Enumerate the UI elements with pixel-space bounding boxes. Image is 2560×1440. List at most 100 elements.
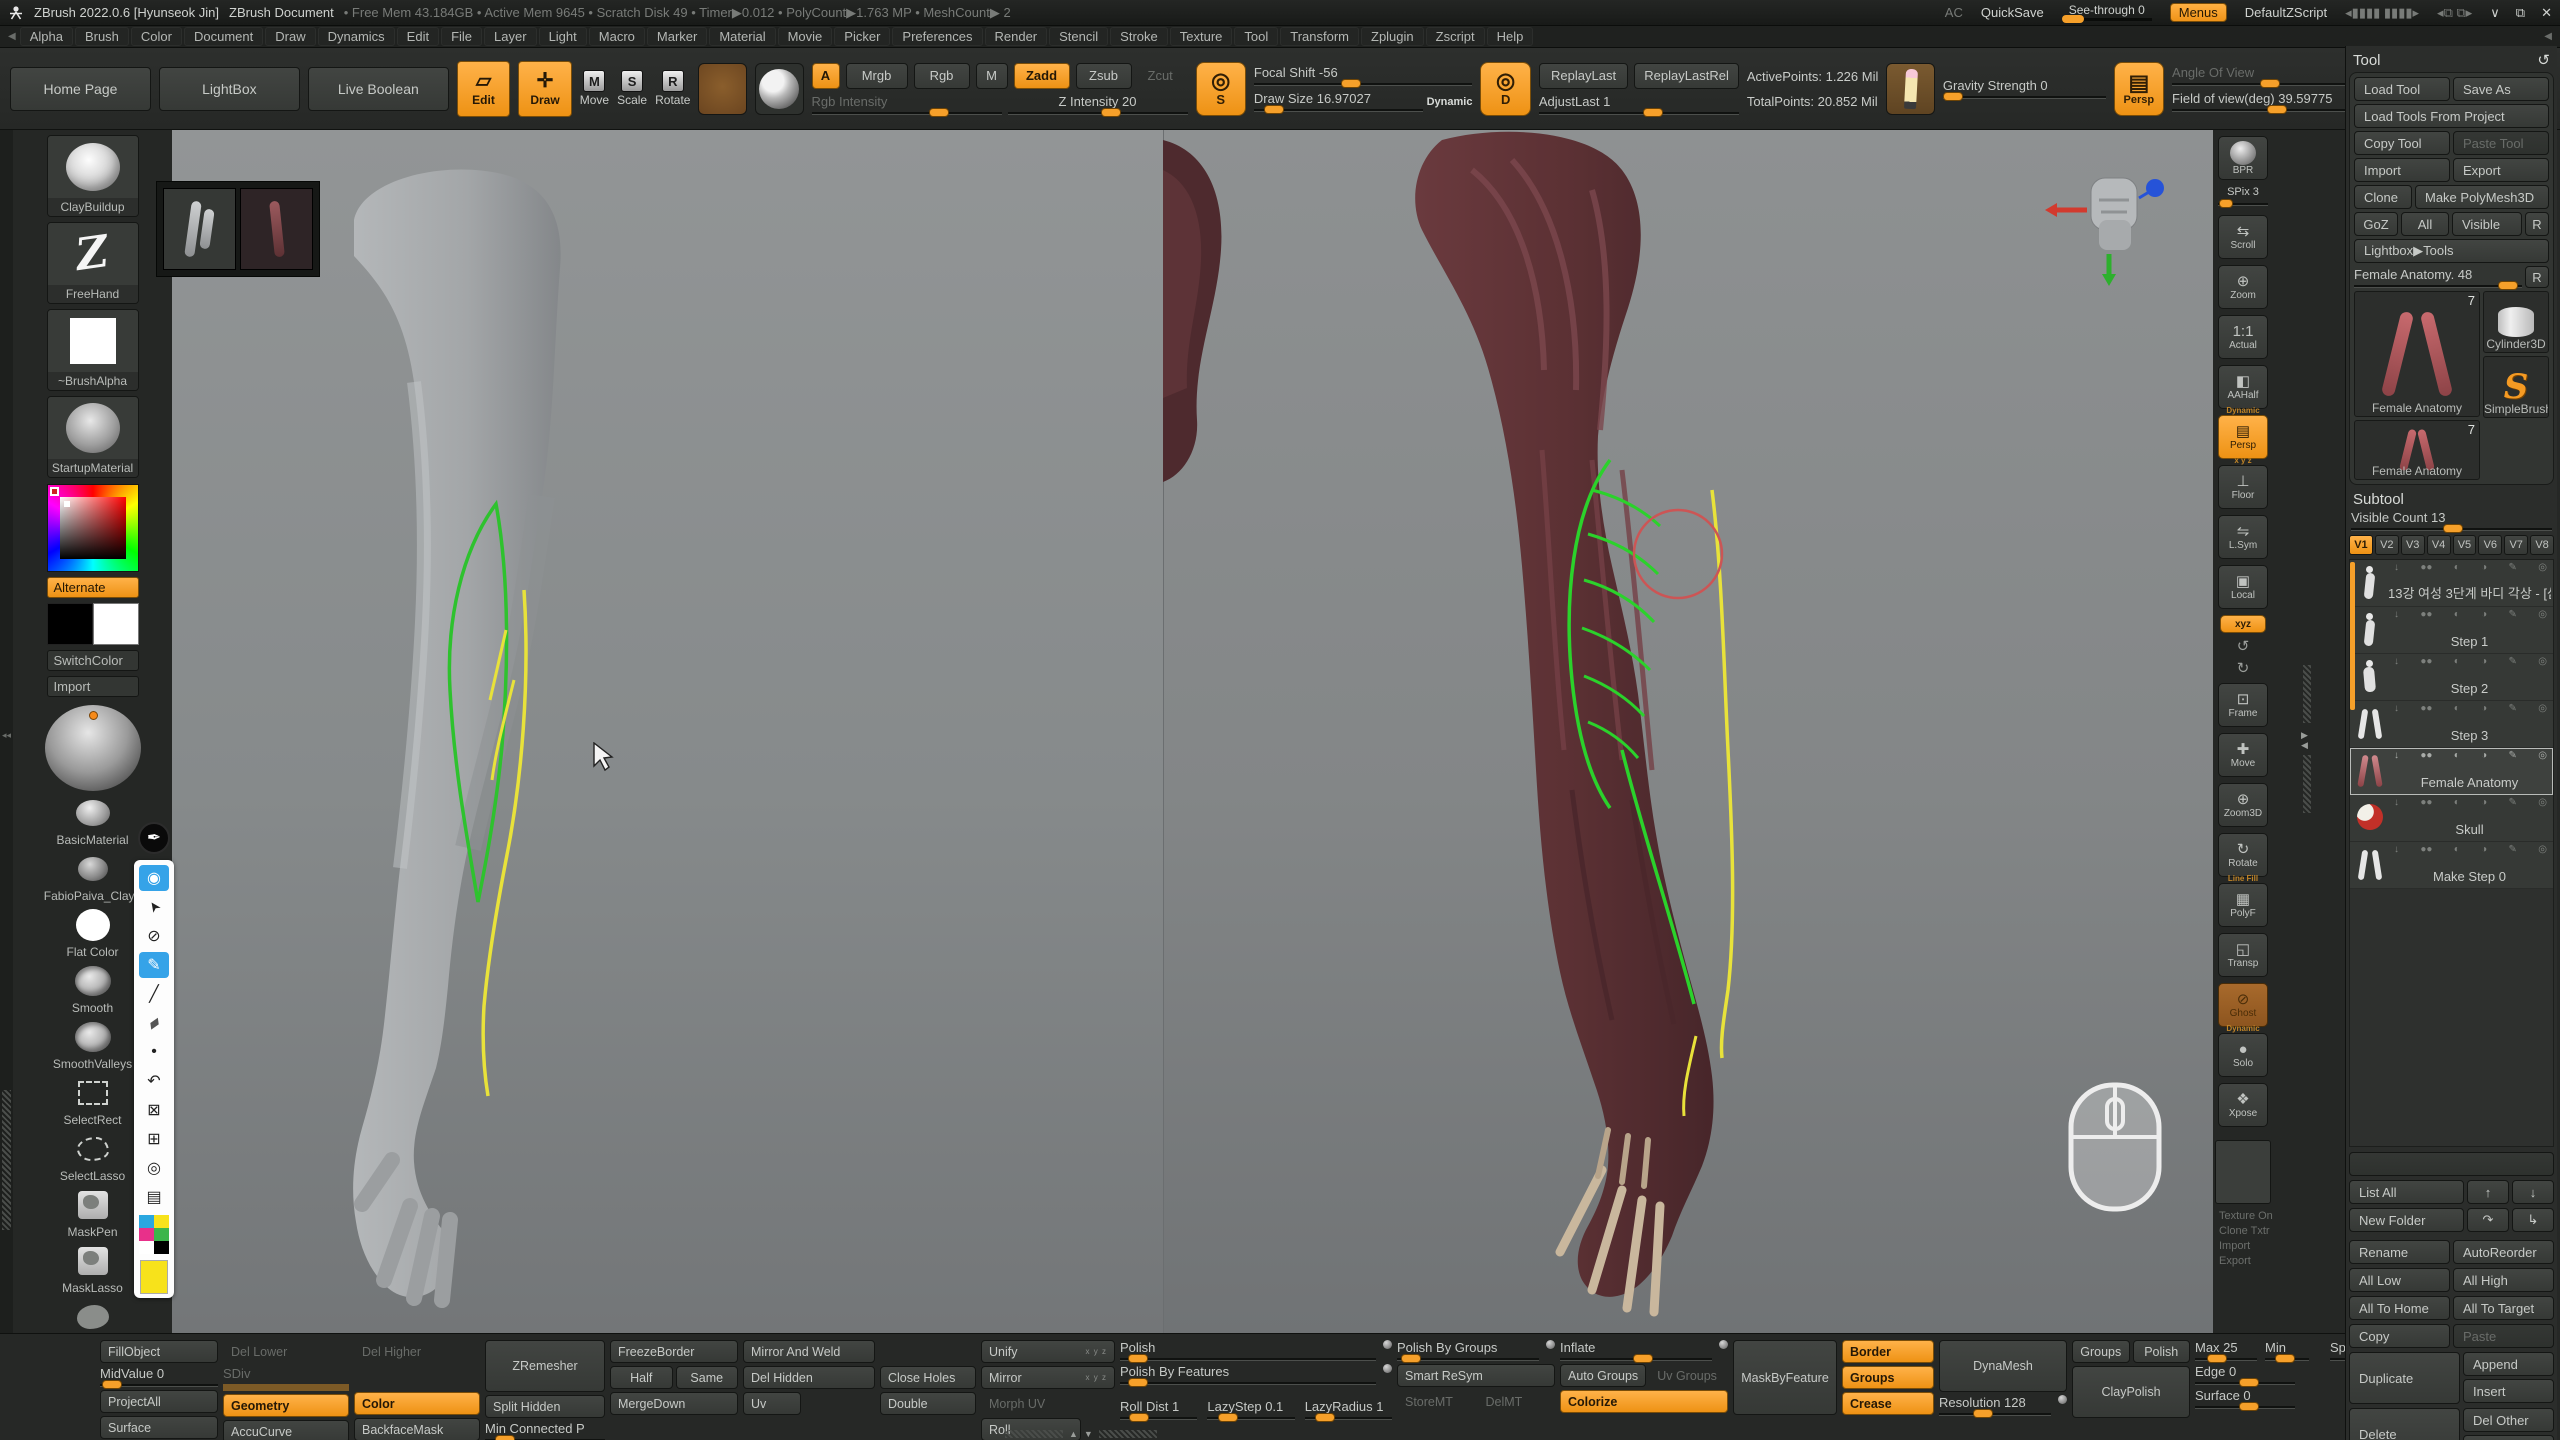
right-shelf-polyf-button[interactable]: Line Fill ▦ PolyF <box>2218 883 2268 927</box>
persp-button[interactable]: ▤Persp <box>2114 62 2164 116</box>
subtool-tab-V2[interactable]: V2 <box>2375 535 2399 555</box>
smart-resym-button[interactable]: Smart ReSym <box>1397 1364 1555 1387</box>
window-layout-icons[interactable]: ◂⧉ ⧉▸ <box>2437 5 2472 21</box>
bottom-tray-scrollbar[interactable]: ▲▼ <box>1005 1429 1157 1439</box>
stroke-settings-button[interactable]: ◎S <box>1196 62 1246 116</box>
right-shelf-zoom-button[interactable]: ⊕ Zoom <box>2218 265 2268 309</box>
document-thumbnails[interactable] <box>156 181 320 277</box>
subtool-tab-V5[interactable]: V5 <box>2453 535 2477 555</box>
uv-icon[interactable]: ◐ <box>2454 609 2460 620</box>
polymesh-icon[interactable]: ↓ <box>2394 703 2399 714</box>
resolution-slider[interactable]: Resolution 128 <box>1939 1395 2051 1416</box>
right-shelf-local-button[interactable]: ▣ Local <box>2218 565 2268 609</box>
close-holes-button[interactable]: Close Holes <box>880 1366 976 1389</box>
right-shelf-actual-button[interactable]: 1:1 Actual <box>2218 315 2268 359</box>
right-shelf-rotate-button[interactable]: ↻ Rotate <box>2218 833 2268 877</box>
switch-color-button[interactable]: SwitchColor <box>47 650 139 671</box>
uv-icon[interactable]: ◐ <box>2454 844 2460 855</box>
menu-item[interactable]: Edit <box>397 27 439 46</box>
surface-slider[interactable]: Surface 0 <box>2195 1388 2295 1409</box>
polish-slider[interactable]: Polish <box>1120 1340 1376 1361</box>
default-zscript-button[interactable]: DefaultZScript <box>2245 5 2327 20</box>
overlay-tool-eraser-icon[interactable]: ▰ <box>134 1004 173 1043</box>
paint-icon[interactable]: ✎ <box>2509 844 2517 855</box>
same-button[interactable]: Same <box>676 1366 739 1389</box>
tool-thumb-cylinder3d[interactable]: Cylinder3D <box>2483 291 2549 353</box>
overlay-palette-swatch[interactable] <box>154 1228 169 1241</box>
polish-radio[interactable] <box>1383 1340 1392 1349</box>
overlay-tool-eye-icon[interactable]: ◉ <box>139 865 169 891</box>
close-button[interactable]: ✕ <box>2541 5 2552 21</box>
right-shelf-move-button[interactable]: ✚ Move <box>2218 733 2268 777</box>
all-high-button[interactable]: All High <box>2453 1268 2554 1292</box>
menu-item[interactable]: Alpha <box>20 27 73 46</box>
right-shelf-floor-button[interactable]: x y z ⊥ Floor <box>2218 465 2268 509</box>
polypaint-icon[interactable]: ●● <box>2420 609 2432 620</box>
subtool-row-icons[interactable]: ↓ ●● ◐ ◑ ✎ ◎ <box>2394 797 2547 808</box>
menu-item[interactable]: Transform <box>1280 27 1359 46</box>
mirror-and-weld-button[interactable]: Mirror And Weld <box>743 1340 875 1363</box>
double-button[interactable]: Double <box>880 1392 976 1415</box>
a-toggle-button[interactable]: A <box>812 63 840 89</box>
menu-item[interactable]: Dynamics <box>318 27 395 46</box>
auto-groups-button[interactable]: Auto Groups <box>1560 1364 1646 1387</box>
menus-button[interactable]: Menus <box>2170 3 2227 22</box>
move-up-button[interactable]: ↑ <box>2467 1180 2509 1204</box>
edit-button[interactable]: ▱Edit <box>457 61 510 117</box>
left-tray-collapse-icon[interactable]: ◂◂ <box>2 730 11 741</box>
all-to-home-button[interactable]: All To Home <box>2349 1296 2450 1320</box>
overlay-palette-swatch[interactable] <box>139 1215 154 1228</box>
roll-dist-slider[interactable]: Roll Dist 1 <box>1120 1399 1197 1420</box>
current-material-preview[interactable] <box>755 63 804 115</box>
menu-item[interactable]: Preferences <box>892 27 982 46</box>
menu-item[interactable]: Stencil <box>1049 27 1108 46</box>
subtool-row-icons[interactable]: ↓ ●● ◐ ◑ ✎ ◎ <box>2394 844 2547 855</box>
overlay-tool-dot-icon[interactable]: • <box>139 1039 169 1065</box>
mirror-xyz-icons[interactable]: x y z <box>1086 1373 1107 1382</box>
menu-item[interactable]: Draw <box>265 27 315 46</box>
autoreorder-button[interactable]: AutoReorder <box>2453 1240 2554 1264</box>
polymesh-icon[interactable]: ↓ <box>2394 797 2399 808</box>
thumbnail-anatomy-arm[interactable] <box>240 188 313 270</box>
alpha-slot[interactable]: ~BrushAlpha <box>47 309 139 391</box>
load-tools-from-project-button[interactable]: Load Tools From Project <box>2354 104 2549 128</box>
texture-slot[interactable]: StartupMaterial <box>47 396 139 478</box>
scale-button[interactable]: SScale <box>617 70 647 107</box>
menu-item[interactable]: Render <box>985 27 1048 46</box>
subtool-tab-V6[interactable]: V6 <box>2478 535 2502 555</box>
mirror-button[interactable]: Mirrorx y z <box>981 1366 1115 1389</box>
document-canvas[interactable] <box>172 130 2213 1333</box>
paint-icon[interactable]: ✎ <box>2509 797 2517 808</box>
visibility-eye-icon[interactable]: ◎ <box>2538 797 2547 808</box>
palette-history-icon[interactable]: ↺ <box>2537 51 2550 69</box>
right-divider-scrollbar-2[interactable] <box>2303 755 2311 813</box>
rgb-button[interactable]: Rgb <box>914 63 970 89</box>
texture-menu-item[interactable]: Clone Txtr <box>2217 1224 2269 1239</box>
right-shelf-xyz-button[interactable]: xyz <box>2220 615 2266 633</box>
overlay-tool-pen-line-icon[interactable]: ╱ <box>139 981 169 1007</box>
secondary-color-swatch[interactable] <box>93 603 139 645</box>
menu-item[interactable]: Color <box>131 27 182 46</box>
rename-button[interactable]: Rename <box>2349 1240 2450 1264</box>
color-picker[interactable] <box>47 484 139 572</box>
tool-thumb-simplebrush[interactable]: S SimpleBrush <box>2483 356 2549 418</box>
quick-pick-SelectLasso[interactable]: SelectLasso <box>43 1129 143 1183</box>
subtool-row[interactable]: ↓ ●● ◐ ◑ ✎ ◎ Skull <box>2350 795 2553 842</box>
insert-button[interactable]: Insert <box>2463 1379 2554 1403</box>
stroke-slot[interactable]: ZFreeHand <box>47 222 139 304</box>
edge-slider[interactable]: Edge 0 <box>2195 1364 2295 1385</box>
polypaint-icon[interactable]: ●● <box>2420 703 2432 714</box>
right-shelf-xpose-button[interactable]: ❖ Xpose <box>2218 1083 2268 1127</box>
del-higher-button[interactable]: Del Higher <box>354 1340 480 1363</box>
import-tool-button[interactable]: Import <box>2354 158 2450 182</box>
displacement-icon[interactable]: ◑ <box>2481 797 2487 808</box>
dynamic-draw-size-toggle[interactable]: Dynamic <box>1427 96 1473 108</box>
tool-r-button[interactable]: R <box>2525 266 2549 288</box>
menu-item[interactable]: Layer <box>484 27 537 46</box>
menu-item[interactable]: Zscript <box>1426 27 1485 46</box>
left-tray-divider[interactable]: ◂◂ <box>0 130 13 1333</box>
see-through-slider[interactable]: See-through 0 <box>2062 4 2152 21</box>
uv-icon[interactable]: ◐ <box>2454 797 2460 808</box>
m-button[interactable]: M <box>976 63 1008 89</box>
overlay-color-palette[interactable] <box>139 1215 169 1254</box>
